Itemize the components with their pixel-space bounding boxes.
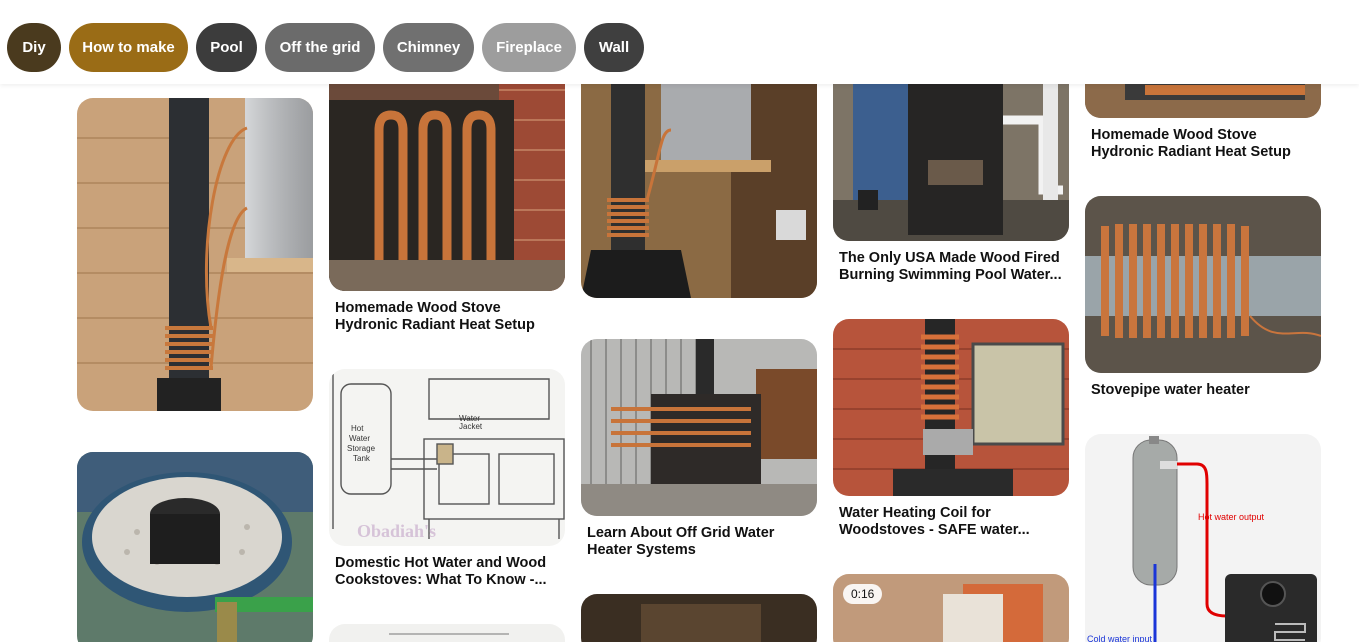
- pin-image[interactable]: [77, 98, 313, 411]
- pin-title[interactable]: Stovepipe water heater: [1091, 382, 1317, 399]
- diagram-label-tank: Storage: [347, 444, 376, 453]
- chip-how-to-make[interactable]: How to make: [69, 23, 188, 72]
- chip-fireplace[interactable]: Fireplace: [482, 23, 576, 72]
- pin-image[interactable]: [329, 624, 565, 642]
- diagram-watermark: Obadiah's: [357, 521, 436, 541]
- chip-off-the-grid[interactable]: Off the grid: [265, 23, 375, 72]
- pin-title[interactable]: Homemade Wood Stove Hydronic Radiant Hea…: [335, 300, 561, 334]
- diagram-label-cold-water: Cold water input: [1087, 634, 1153, 642]
- pin-title[interactable]: The Only USA Made Wood Fired Burning Swi…: [839, 250, 1065, 284]
- pin-image[interactable]: [329, 60, 565, 291]
- chip-pool[interactable]: Pool: [196, 23, 257, 72]
- diagram-label-tank: Hot: [351, 424, 364, 433]
- pin-title[interactable]: Homemade Wood Stove Hydronic Radiant Hea…: [1091, 127, 1317, 161]
- pin-image[interactable]: 0:16: [833, 574, 1069, 642]
- pin-image[interactable]: [1085, 196, 1321, 373]
- pin-image[interactable]: [833, 319, 1069, 496]
- chip-wall[interactable]: Wall: [584, 23, 644, 72]
- pin-title[interactable]: Water Heating Coil for Woodstoves - SAFE…: [839, 505, 1065, 539]
- video-duration-badge: 0:16: [843, 584, 883, 604]
- diagram-label-tank: Water: [349, 434, 370, 443]
- pin-image[interactable]: [581, 594, 817, 642]
- pin-image[interactable]: Hot Water Storage Tank Water Jacket Obad…: [329, 369, 565, 546]
- diagram-label-hot-water: Hot water output: [1198, 512, 1265, 522]
- pin-image[interactable]: [77, 452, 313, 642]
- pin-image[interactable]: [581, 339, 817, 516]
- pin-title[interactable]: Learn About Off Grid Water Heater System…: [587, 525, 813, 559]
- pin-image[interactable]: Hot water output Cold water input: [1085, 434, 1321, 642]
- diagram-label-tank: Tank: [353, 454, 371, 463]
- pin-title[interactable]: Domestic Hot Water and Wood Cookstoves: …: [335, 555, 561, 589]
- chip-diy[interactable]: Diy: [7, 23, 61, 72]
- diagram-label-jacket: Jacket: [459, 422, 483, 431]
- pin-image[interactable]: [581, 50, 817, 298]
- related-searches-bar: Diy How to make Pool Off the grid Chimne…: [0, 0, 1359, 84]
- chip-chimney[interactable]: Chimney: [383, 23, 474, 72]
